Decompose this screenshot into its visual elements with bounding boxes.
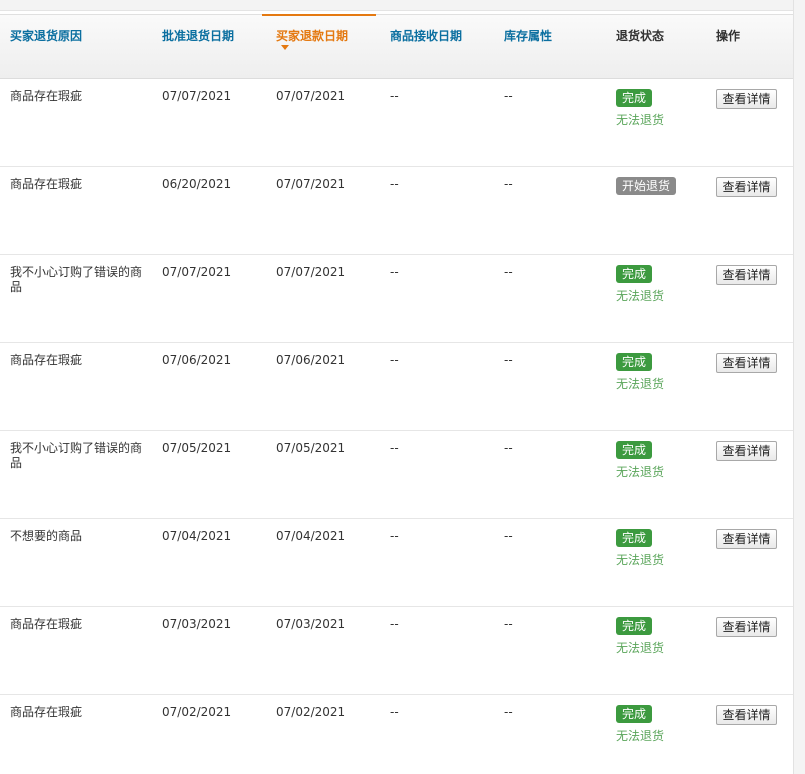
- status-note: 无法退货: [616, 377, 665, 391]
- return-status-cell: 完成 无法退货: [616, 89, 664, 128]
- status-badge: 完成: [616, 353, 653, 371]
- receive-date-cell: --: [390, 441, 399, 455]
- table-row: 不想要的商品 07/04/2021 07/04/2021 -- -- 完成无法退货 查看详情: [0, 519, 794, 607]
- column-header-stock-attribute[interactable]: 库存属性: [504, 27, 552, 44]
- return-reason-cell: 商品存在瑕疵: [10, 177, 83, 191]
- table-row: 商品存在瑕疵 07/07/2021 07/07/2021 -- -- 完成无法退货 查看详情: [0, 79, 794, 167]
- view-details-button[interactable]: 查看详情: [716, 353, 777, 373]
- return-status-cell: 完成 无法退货: [616, 353, 664, 392]
- return-reason-cell: 我不小心订购了错误的商品: [10, 265, 143, 294]
- stock-attribute-cell: --: [504, 89, 513, 103]
- sort-descending-icon[interactable]: [281, 45, 289, 50]
- refund-date-cell: 07/04/2021: [276, 529, 346, 543]
- return-status-cell: 完成 无法退货: [616, 705, 664, 744]
- return-status-cell: 完成 无法退货: [616, 617, 664, 656]
- stock-attribute-cell: --: [504, 529, 513, 543]
- status-badge: 完成: [616, 89, 653, 107]
- active-sort-indicator: [262, 14, 376, 16]
- status-badge: 开始退货: [616, 177, 677, 195]
- refund-date-cell: 07/02/2021: [276, 705, 346, 719]
- returns-table: 买家退货原因 批准退货日期 买家退款日期 商品接收日期 库存属性 退货状态 操作…: [0, 14, 794, 774]
- approve-date-cell: 07/04/2021: [162, 529, 232, 543]
- receive-date-cell: --: [390, 89, 399, 103]
- approve-date-cell: 07/07/2021: [162, 265, 232, 279]
- column-header-approve-date[interactable]: 批准退货日期: [162, 27, 234, 44]
- return-status-cell: 完成 无法退货: [616, 441, 664, 480]
- return-reason-cell: 我不小心订购了错误的商品: [10, 441, 143, 470]
- view-details-button[interactable]: 查看详情: [716, 529, 777, 549]
- view-details-button[interactable]: 查看详情: [716, 89, 777, 109]
- table-body: 商品存在瑕疵 07/07/2021 07/07/2021 -- -- 完成 无法退货 查看详情…: [0, 79, 794, 774]
- approve-date-cell: 07/05/2021: [162, 441, 232, 455]
- approve-date-cell: 07/03/2021: [162, 617, 232, 631]
- return-reason-cell: 商品存在瑕疵: [10, 353, 83, 367]
- table-row: 商品存在瑕疵 07/06/2021 07/06/2021 -- -- 完成无法退货 查看详情: [0, 343, 794, 431]
- receive-date-cell: --: [390, 617, 399, 631]
- table-row: 我不小心订购了错误的商品 07/07/2021 07/07/2021 -- -- 完成无法…: [0, 255, 794, 343]
- receive-date-cell: --: [390, 529, 399, 543]
- status-note: 无法退货: [616, 465, 665, 479]
- refund-date-cell: 07/07/2021: [276, 265, 346, 279]
- stock-attribute-cell: --: [504, 353, 513, 367]
- table-row: 我不小心订购了错误的商品 07/05/2021 07/05/2021 -- -- 完成无法…: [0, 431, 794, 519]
- return-status-cell: 完成 无法退货: [616, 529, 664, 568]
- return-reason-cell: 商品存在瑕疵: [10, 89, 83, 103]
- status-note: 无法退货: [616, 641, 665, 655]
- approve-date-cell: 07/06/2021: [162, 353, 232, 367]
- receive-date-cell: --: [390, 705, 399, 719]
- stock-attribute-cell: --: [504, 705, 513, 719]
- stock-attribute-cell: --: [504, 441, 513, 455]
- approve-date-cell: 06/20/2021: [162, 177, 232, 191]
- view-details-button[interactable]: 查看详情: [716, 177, 777, 197]
- refund-date-cell: 07/06/2021: [276, 353, 346, 367]
- return-reason-cell: 商品存在瑕疵: [10, 705, 83, 719]
- status-note: 无法退货: [616, 553, 665, 567]
- approve-date-cell: 07/02/2021: [162, 705, 232, 719]
- return-reason-cell: 不想要的商品: [10, 529, 83, 543]
- status-note: 无法退货: [616, 289, 665, 303]
- view-details-button[interactable]: 查看详情: [716, 617, 777, 637]
- column-header-return-reason[interactable]: 买家退货原因: [10, 27, 82, 44]
- returns-page: 买家退货原因 批准退货日期 买家退款日期 商品接收日期 库存属性 退货状态 操作…: [0, 0, 805, 774]
- status-badge: 完成: [616, 441, 653, 459]
- table-row: 商品存在瑕疵 07/02/2021 07/02/2021 -- -- 完成无法退货 查看详情: [0, 695, 794, 774]
- status-note: 无法退货: [616, 113, 665, 127]
- return-reason-cell: 商品存在瑕疵: [10, 617, 83, 631]
- column-header-receive-date[interactable]: 商品接收日期: [390, 27, 462, 44]
- status-badge: 完成: [616, 705, 653, 723]
- table-header: 买家退货原因 批准退货日期 买家退款日期 商品接收日期 库存属性 退货状态 操作: [0, 14, 794, 79]
- column-header-actions: 操作: [716, 29, 741, 43]
- receive-date-cell: --: [390, 353, 399, 367]
- stock-attribute-cell: --: [504, 265, 513, 279]
- status-badge: 完成: [616, 529, 653, 547]
- table-row: 商品存在瑕疵 06/20/2021 07/07/2021 -- -- 开始退货 查看详情: [0, 167, 794, 255]
- vertical-scrollbar[interactable]: [793, 0, 805, 774]
- refund-date-cell: 07/03/2021: [276, 617, 346, 631]
- approve-date-cell: 07/07/2021: [162, 89, 232, 103]
- return-status-cell: 完成 无法退货: [616, 265, 664, 304]
- column-header-return-status: 退货状态: [616, 29, 665, 43]
- receive-date-cell: --: [390, 177, 399, 191]
- view-details-button[interactable]: 查看详情: [716, 441, 777, 461]
- status-badge: 完成: [616, 617, 653, 635]
- stock-attribute-cell: --: [504, 617, 513, 631]
- top-toolbar-strip: [0, 0, 794, 11]
- column-header-refund-date[interactable]: 买家退款日期: [276, 27, 348, 44]
- table-row: 商品存在瑕疵 07/03/2021 07/03/2021 -- -- 完成无法退货 查看详情: [0, 607, 794, 695]
- receive-date-cell: --: [390, 265, 399, 279]
- refund-date-cell: 07/07/2021: [276, 177, 346, 191]
- status-note: 无法退货: [616, 729, 665, 743]
- view-details-button[interactable]: 查看详情: [716, 265, 777, 285]
- stock-attribute-cell: --: [504, 177, 513, 191]
- view-details-button[interactable]: 查看详情: [716, 705, 777, 725]
- return-status-cell: 开始退货: [616, 177, 677, 195]
- status-badge: 完成: [616, 265, 653, 283]
- refund-date-cell: 07/05/2021: [276, 441, 346, 455]
- refund-date-cell: 07/07/2021: [276, 89, 346, 103]
